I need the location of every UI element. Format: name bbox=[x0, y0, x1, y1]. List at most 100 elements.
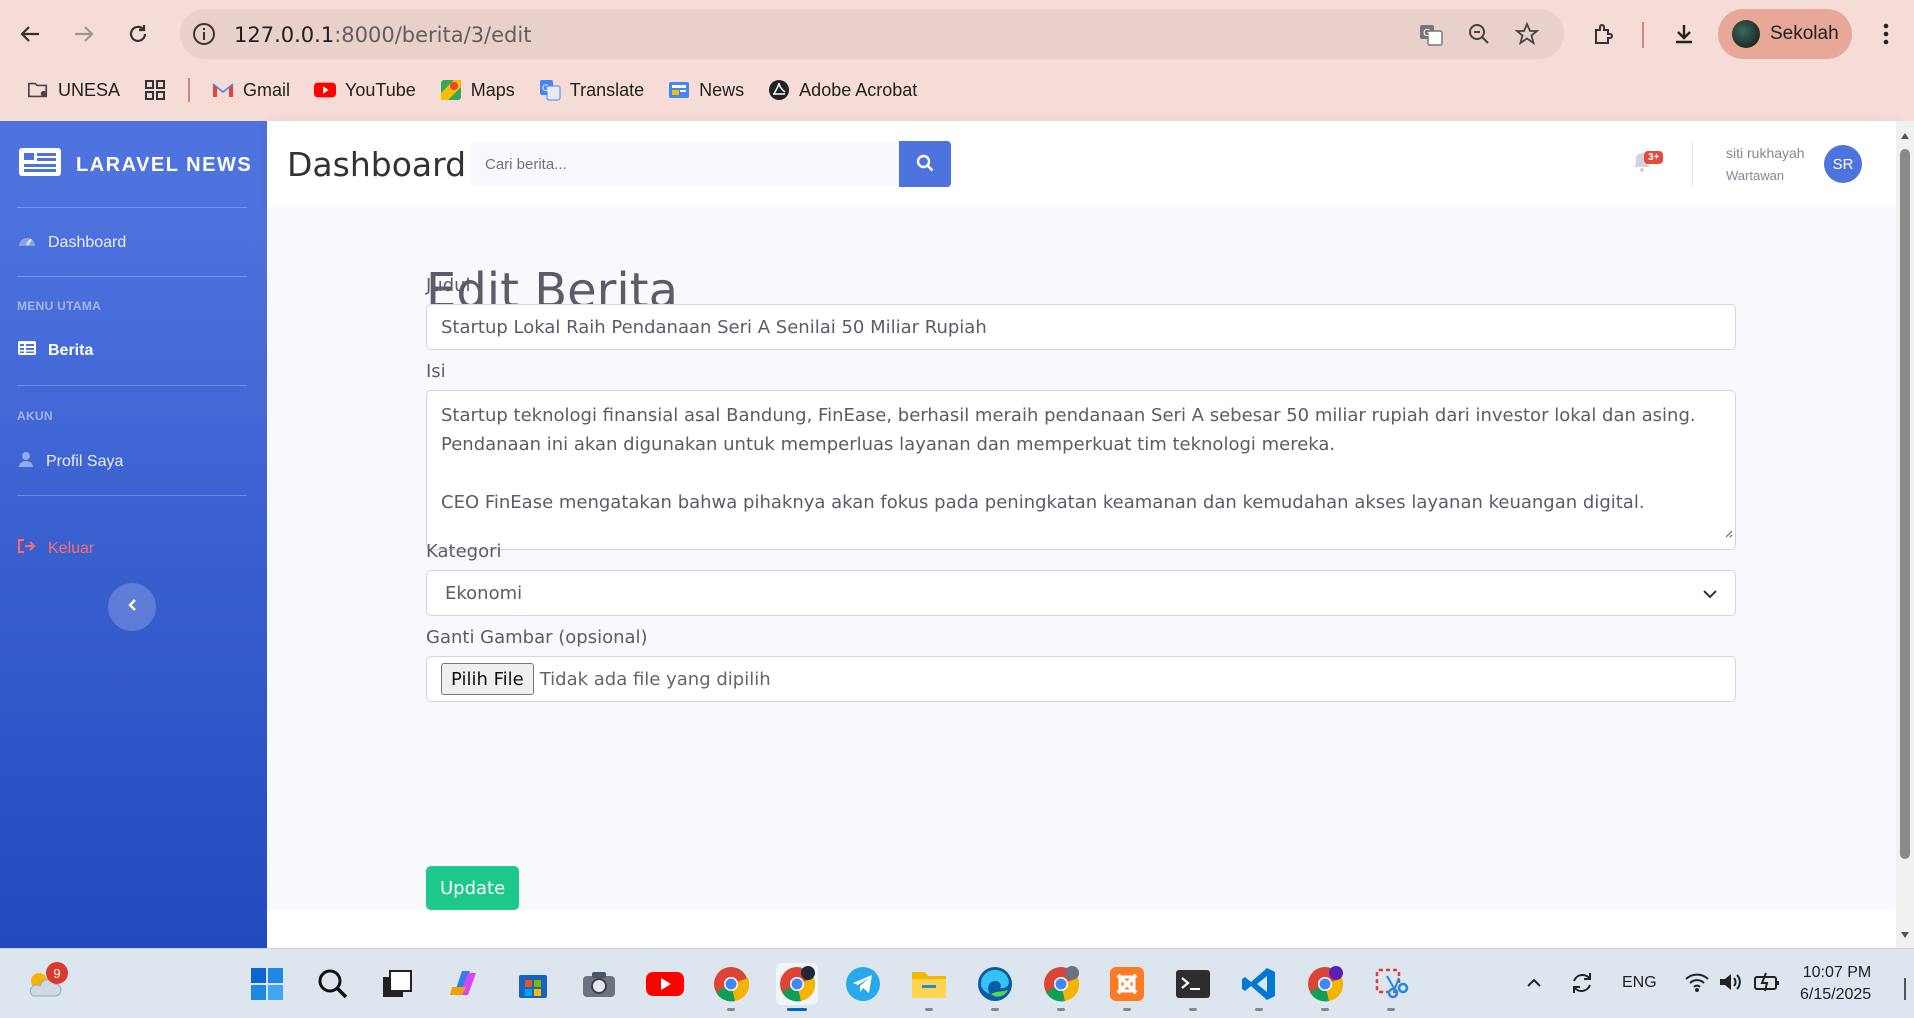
volume-icon[interactable] bbox=[1718, 971, 1744, 998]
telegram-icon[interactable] bbox=[842, 963, 884, 1005]
gmail-icon bbox=[212, 79, 234, 101]
choose-file-button[interactable]: Pilih File bbox=[441, 663, 534, 695]
gambar-label: Ganti Gambar (opsional) bbox=[426, 627, 648, 648]
user-name[interactable]: siti rukhayah bbox=[1726, 145, 1805, 161]
system-clock[interactable]: 10:07 PM 6/15/2025 bbox=[1800, 962, 1871, 1006]
user-role: Wartawan bbox=[1726, 168, 1785, 183]
youtube-icon[interactable] bbox=[644, 963, 686, 1005]
copilot-icon[interactable] bbox=[444, 963, 486, 1005]
sidebar-item-berita[interactable]: Berita bbox=[18, 341, 93, 360]
bookmark-star-icon[interactable] bbox=[1514, 21, 1540, 51]
bookmark-gmail[interactable]: Gmail bbox=[212, 79, 290, 101]
bookmark-maps[interactable]: Maps bbox=[440, 79, 515, 101]
site-info-icon[interactable] bbox=[192, 22, 216, 51]
running-indicator bbox=[1057, 1008, 1065, 1011]
maps-icon bbox=[440, 79, 462, 101]
chrome-icon[interactable] bbox=[710, 963, 752, 1011]
sidebar-brand[interactable]: LARAVEL NEWS bbox=[18, 147, 252, 183]
sidebar-item-profile[interactable]: Profil Saya bbox=[18, 451, 123, 472]
sidebar-divider bbox=[17, 385, 247, 386]
clock-date: 6/15/2025 bbox=[1800, 986, 1872, 1003]
profile-button[interactable]: Sekolah bbox=[1718, 9, 1852, 59]
wifi-icon[interactable] bbox=[1684, 971, 1710, 998]
snipping-tool-icon[interactable] bbox=[1370, 963, 1412, 1011]
bookmark-news[interactable]: News bbox=[668, 79, 744, 101]
gambar-file-input[interactable]: Pilih File Tidak ada file yang dipilih bbox=[426, 656, 1736, 702]
sync-icon[interactable] bbox=[1568, 969, 1596, 1002]
running-indicator bbox=[991, 1008, 999, 1011]
search-input[interactable] bbox=[471, 141, 899, 187]
sidebar-divider bbox=[17, 495, 247, 496]
running-indicator bbox=[925, 1008, 933, 1011]
isi-textarea[interactable]: Startup teknologi finansial asal Bandung… bbox=[426, 390, 1736, 550]
svg-text:G: G bbox=[542, 84, 549, 94]
chrome-profile-icon[interactable] bbox=[1040, 963, 1082, 1011]
camera-icon[interactable] bbox=[578, 963, 620, 1005]
taskbar: ENG bbox=[0, 948, 1914, 1018]
search-button[interactable] bbox=[899, 141, 951, 187]
notification-badge: 3+ bbox=[1644, 151, 1664, 164]
vscode-icon[interactable] bbox=[1238, 963, 1280, 1011]
page-scrollbar[interactable] bbox=[1896, 121, 1914, 948]
scroll-up-icon[interactable] bbox=[1900, 127, 1910, 145]
language-indicator[interactable]: ENG bbox=[1622, 974, 1657, 992]
chevron-down-icon bbox=[1703, 583, 1717, 604]
reload-icon[interactable] bbox=[120, 16, 156, 52]
store-icon[interactable] bbox=[512, 963, 554, 1005]
zoom-icon[interactable] bbox=[1467, 22, 1491, 51]
task-view-icon[interactable] bbox=[376, 963, 418, 1005]
bookmark-youtube[interactable]: YouTube bbox=[314, 79, 416, 101]
sidebar-item-logout[interactable]: Keluar bbox=[18, 539, 94, 558]
judul-input[interactable]: Startup Lokal Raih Pendanaan Seri A Seni… bbox=[426, 304, 1736, 350]
search-form bbox=[471, 141, 951, 187]
chevron-up-icon[interactable] bbox=[1526, 975, 1542, 993]
sidebar-item-dashboard[interactable]: Dashboard bbox=[18, 232, 126, 253]
bookmark-divider bbox=[188, 78, 191, 102]
apps-grid[interactable] bbox=[144, 79, 166, 101]
bookmark-unesa[interactable]: UNESA bbox=[27, 79, 120, 101]
update-button[interactable]: Update bbox=[426, 866, 520, 910]
show-desktop-button[interactable] bbox=[1904, 978, 1906, 1000]
xampp-icon[interactable] bbox=[1106, 963, 1148, 1011]
bookmark-acrobat[interactable]: Adobe Acrobat bbox=[768, 79, 917, 101]
resize-grip-icon[interactable] bbox=[1723, 518, 1733, 547]
kategori-selected: Ekonomi bbox=[445, 582, 523, 604]
running-indicator bbox=[1321, 1008, 1329, 1011]
back-icon[interactable] bbox=[12, 16, 48, 52]
weather-badge: 9 bbox=[46, 962, 68, 984]
translate-page-icon[interactable]: G bbox=[1418, 22, 1444, 53]
newspaper-icon bbox=[18, 147, 62, 183]
search-icon bbox=[916, 154, 934, 175]
scroll-down-icon[interactable] bbox=[1900, 926, 1910, 944]
main-content: Edit Berita Judul Startup Lokal Raih Pen… bbox=[267, 207, 1896, 910]
folder-icon bbox=[27, 79, 49, 101]
chrome-profile2-icon[interactable] bbox=[1304, 963, 1346, 1011]
apps-grid-icon bbox=[144, 79, 166, 101]
running-indicator bbox=[1189, 1008, 1197, 1011]
bookmark-translate[interactable]: G Translate bbox=[539, 79, 644, 101]
chrome-active-icon[interactable] bbox=[776, 963, 818, 1011]
toolbar-divider bbox=[1642, 22, 1644, 48]
terminal-icon[interactable] bbox=[1172, 963, 1214, 1011]
address-bar[interactable]: 127.0.0.1:8000/berita/3/edit G bbox=[180, 9, 1564, 59]
page-title: Dashboard bbox=[287, 145, 467, 184]
chevron-left-icon bbox=[127, 598, 137, 617]
tachometer-icon bbox=[18, 232, 36, 253]
search-icon[interactable] bbox=[312, 963, 354, 1005]
download-icon[interactable] bbox=[1666, 16, 1702, 52]
active-indicator bbox=[787, 1008, 807, 1011]
forward-icon[interactable] bbox=[66, 16, 102, 52]
sidebar-toggle-button[interactable] bbox=[108, 583, 156, 631]
scroll-thumb[interactable] bbox=[1900, 149, 1910, 859]
menu-kebab-icon[interactable] bbox=[1868, 16, 1904, 52]
bookmarks-bar: UNESA Gmail YouTube Maps G Translate New… bbox=[0, 74, 1914, 106]
edge-icon[interactable] bbox=[974, 963, 1016, 1011]
battery-icon[interactable] bbox=[1754, 971, 1780, 998]
file-explorer-icon[interactable] bbox=[908, 963, 950, 1011]
url-text[interactable]: 127.0.0.1:8000/berita/3/edit bbox=[234, 23, 531, 47]
avatar[interactable]: SR bbox=[1824, 145, 1862, 183]
kategori-select[interactable]: Ekonomi bbox=[426, 570, 1736, 616]
extensions-icon[interactable] bbox=[1586, 16, 1622, 52]
start-icon[interactable] bbox=[246, 963, 288, 1005]
browser-chrome: 127.0.0.1:8000/berita/3/edit G Sekolah U… bbox=[0, 0, 1914, 121]
